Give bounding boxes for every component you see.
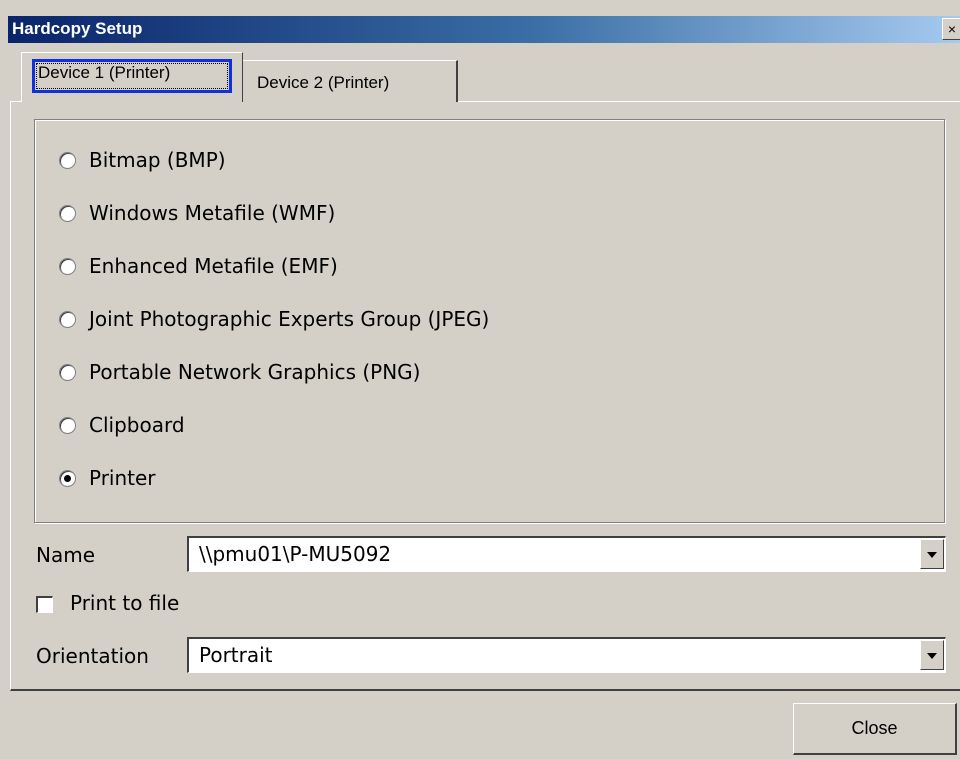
tab-device-1[interactable]: Device 1 (Printer) [21,52,243,102]
window-title: Hardcopy Setup [12,19,143,38]
radio-option-clipboard[interactable]: Clipboard [59,413,185,437]
orientation-value: Portrait [199,643,273,667]
radio-label: Clipboard [89,413,185,437]
radio-label: Printer [89,466,156,490]
radio-label: Bitmap (BMP) [89,148,226,172]
radio-option-emf[interactable]: Enhanced Metafile (EMF) [59,254,338,278]
radio-option-png[interactable]: Portable Network Graphics (PNG) [59,360,420,384]
radio-label: Portable Network Graphics (PNG) [89,360,421,384]
tab-label: Device 2 (Printer) [257,73,390,92]
title-bar[interactable]: Hardcopy Setup × [8,16,960,43]
radio-button-checked[interactable] [59,469,76,487]
radio-label: Windows Metafile (WMF) [89,201,336,225]
radio-option-bmp[interactable]: Bitmap (BMP) [59,148,226,172]
printer-name-combo[interactable]: \\pmu01\P-MU5092 [187,536,946,572]
radio-option-wmf[interactable]: Windows Metafile (WMF) [59,201,335,225]
radio-button[interactable] [59,151,76,169]
close-icon[interactable]: × [942,18,960,40]
tab-device-2[interactable]: Device 2 (Printer) [243,60,458,102]
radio-button[interactable] [59,310,76,328]
printer-name-value: \\pmu01\P-MU5092 [199,542,392,566]
dropdown-arrow-icon[interactable] [920,539,944,569]
radio-button[interactable] [59,257,76,275]
radio-label: Joint Photographic Experts Group (JPEG) [89,307,490,331]
radio-option-jpeg[interactable]: Joint Photographic Experts Group (JPEG) [59,307,489,331]
dropdown-arrow-icon[interactable] [920,640,944,670]
name-label: Name [36,543,96,567]
output-type-group: Bitmap (BMP) Windows Metafile (WMF) Enha… [34,119,945,523]
print-to-file-checkbox[interactable] [36,596,53,613]
print-to-file-label: Print to file [70,591,180,615]
radio-button[interactable] [59,363,76,381]
orientation-label: Orientation [36,644,149,668]
radio-option-printer[interactable]: Printer [59,466,156,490]
tab-label: Device 1 (Printer) [38,63,171,82]
close-button[interactable]: Close [793,703,957,755]
orientation-combo[interactable]: Portrait [187,637,946,673]
radio-button[interactable] [59,204,76,222]
radio-label: Enhanced Metafile (EMF) [89,254,338,278]
radio-button[interactable] [59,416,76,434]
